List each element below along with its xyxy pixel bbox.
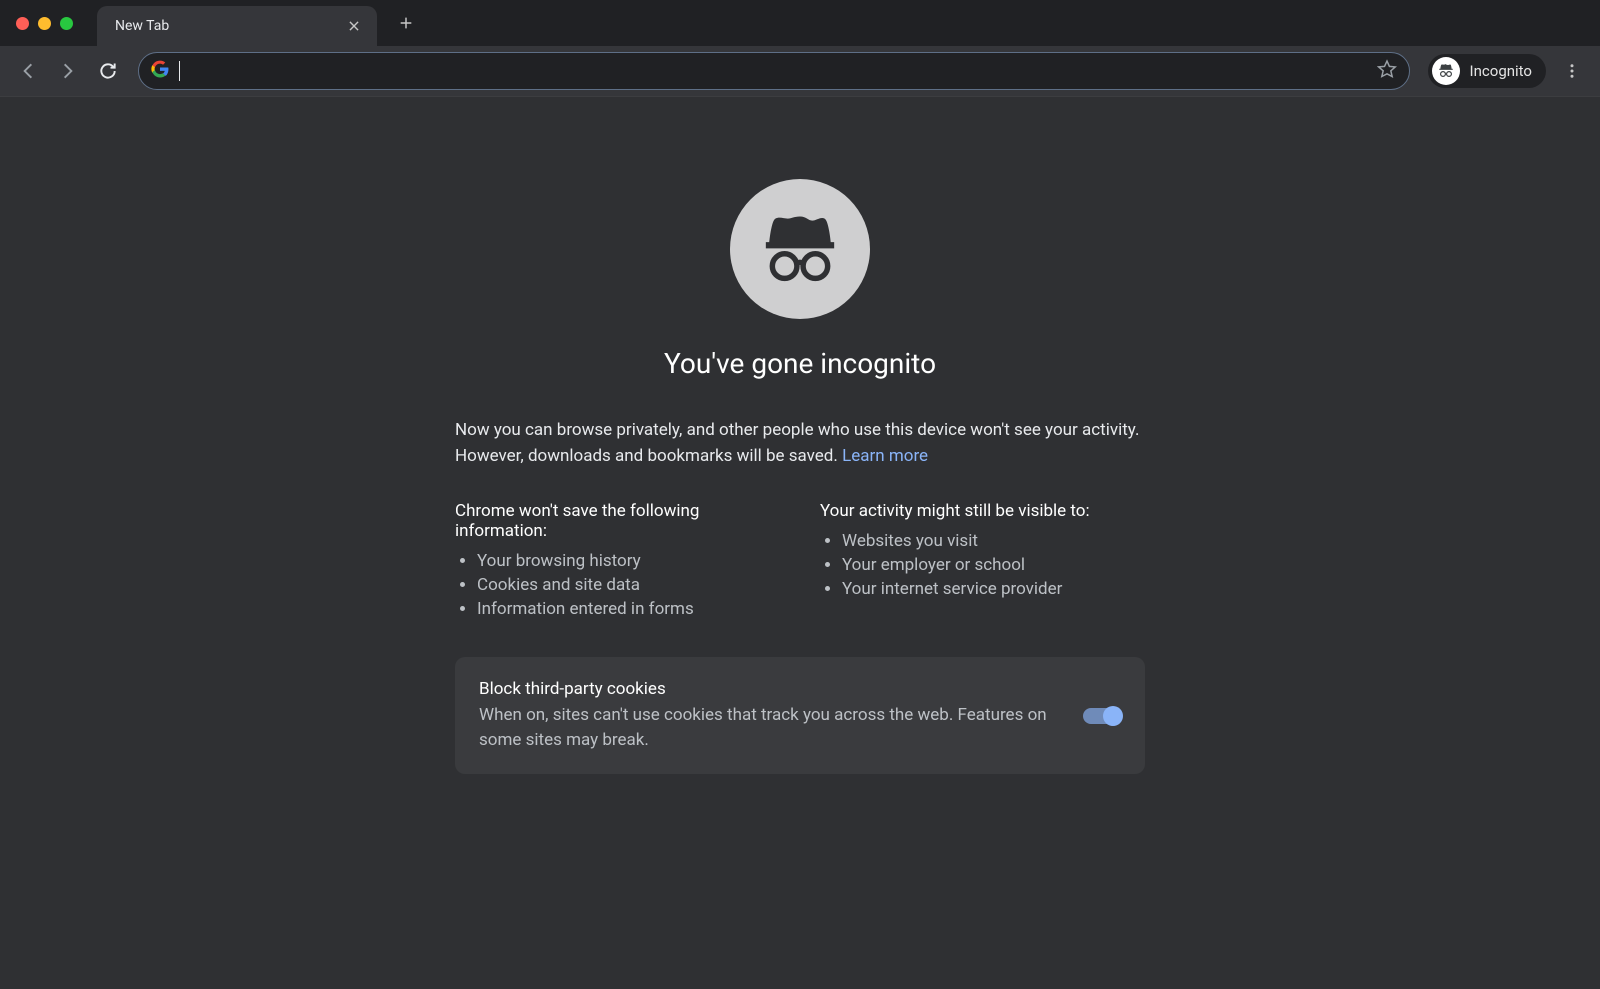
browser-tab[interactable]: New Tab [97, 6, 377, 46]
content: You've gone incognito Now you can browse… [455, 179, 1145, 989]
intro-text: Now you can browse privately, and other … [455, 420, 1139, 466]
search-engine-icon [151, 60, 169, 82]
col-still-visible: Your activity might still be visible to:… [820, 501, 1145, 623]
bookmark-star-icon[interactable] [1377, 59, 1397, 83]
col2-heading: Your activity might still be visible to: [820, 501, 1145, 521]
list-item: Information entered in forms [477, 599, 780, 619]
profile-label: Incognito [1470, 62, 1532, 80]
address-bar[interactable] [138, 52, 1410, 90]
block-cookies-toggle[interactable] [1083, 708, 1121, 724]
back-button[interactable] [10, 53, 46, 89]
reload-button[interactable] [90, 53, 126, 89]
cookies-panel: Block third-party cookies When on, sites… [455, 657, 1145, 774]
page-heading: You've gone incognito [455, 347, 1145, 380]
list-item: Websites you visit [842, 531, 1145, 551]
new-tab-button[interactable] [391, 8, 421, 38]
fullscreen-window-button[interactable] [60, 17, 73, 30]
col2-list: Websites you visit Your employer or scho… [820, 531, 1145, 599]
address-input[interactable] [190, 53, 1367, 89]
text-cursor [179, 61, 180, 81]
panel-description: When on, sites can't use cookies that tr… [479, 703, 1059, 752]
profile-chip[interactable]: Incognito [1428, 54, 1546, 88]
col1-heading: Chrome won't save the following informat… [455, 501, 780, 541]
list-item: Your browsing history [477, 551, 780, 571]
window-controls [0, 17, 73, 30]
list-item: Cookies and site data [477, 575, 780, 595]
forward-button[interactable] [50, 53, 86, 89]
list-item: Your internet service provider [842, 579, 1145, 599]
kebab-menu-button[interactable] [1554, 53, 1590, 89]
intro-paragraph: Now you can browse privately, and other … [455, 418, 1145, 469]
list-item: Your employer or school [842, 555, 1145, 575]
learn-more-link[interactable]: Learn more [842, 446, 928, 466]
info-columns: Chrome won't save the following informat… [455, 501, 1145, 623]
page-body: You've gone incognito Now you can browse… [0, 96, 1600, 989]
minimize-window-button[interactable] [38, 17, 51, 30]
tab-title: New Tab [115, 18, 345, 34]
incognito-avatar-icon [1432, 57, 1460, 85]
titlebar: New Tab [0, 0, 1600, 46]
panel-text: Block third-party cookies When on, sites… [479, 679, 1083, 752]
toggle-knob [1103, 706, 1123, 726]
toolbar: Incognito [0, 46, 1600, 96]
col-not-saved: Chrome won't save the following informat… [455, 501, 780, 623]
col1-list: Your browsing history Cookies and site d… [455, 551, 780, 619]
close-tab-button[interactable] [345, 17, 363, 35]
panel-title: Block third-party cookies [479, 679, 1059, 699]
close-window-button[interactable] [16, 17, 29, 30]
incognito-hero-icon [730, 179, 870, 319]
